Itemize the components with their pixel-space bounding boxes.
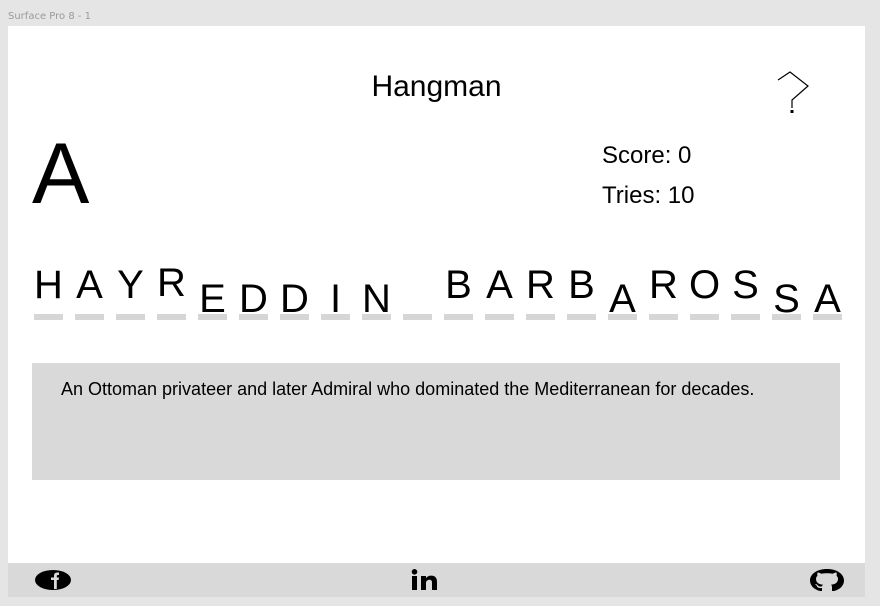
letter-slot: R	[524, 260, 557, 320]
slot-underline	[526, 314, 555, 320]
letter-slot: A	[811, 260, 844, 321]
letter-slot: B	[565, 260, 598, 320]
slot-underline	[198, 314, 227, 320]
slot-underline	[157, 314, 186, 320]
question-mark-icon[interactable]	[774, 70, 812, 116]
letter-slot	[401, 260, 434, 320]
slot-letter: R	[526, 263, 555, 307]
letter-slot: A	[73, 260, 106, 320]
slot-underline	[403, 314, 432, 320]
slot-letter: A	[486, 263, 513, 307]
letter-slot: A	[606, 260, 639, 321]
slot-underline	[731, 314, 760, 320]
slot-underline	[362, 314, 391, 320]
page-title: Hangman	[371, 70, 502, 103]
slot-underline	[116, 314, 145, 320]
slot-underline	[75, 314, 104, 320]
letter-slot: R	[647, 260, 680, 320]
letter-slot: Y	[114, 260, 147, 320]
slot-underline	[239, 314, 268, 320]
letter-slot: N	[360, 260, 393, 321]
letter-slot: S	[729, 260, 762, 320]
slot-letter: B	[445, 263, 472, 307]
slot-underline	[280, 314, 309, 320]
letter-slot: S	[770, 260, 803, 321]
slot-letter: R	[157, 261, 186, 305]
slot-letter: H	[34, 263, 63, 307]
slot-letter: Y	[117, 263, 144, 307]
slot-letter: O	[688, 263, 721, 307]
linkedin-icon[interactable]	[411, 569, 447, 591]
letter-slot: H	[32, 260, 65, 320]
slot-underline	[608, 314, 637, 320]
hint-box: An Ottoman privateer and later Admiral w…	[32, 363, 840, 480]
letter-slot: B	[442, 260, 475, 320]
current-letter: A	[32, 126, 90, 222]
letter-slot: I	[319, 260, 352, 321]
score-label: Score: 0	[602, 142, 692, 169]
slot-underline	[34, 314, 63, 320]
slot-underline	[772, 314, 801, 320]
hint-text: An Ottoman privateer and later Admiral w…	[61, 379, 755, 399]
facebook-icon[interactable]	[34, 569, 72, 591]
slot-underline	[444, 314, 473, 320]
letter-slot: E	[196, 260, 229, 321]
slot-letter: R	[649, 263, 678, 307]
slot-underline	[690, 314, 719, 320]
slot-letter: A	[76, 263, 103, 307]
slot-underline	[649, 314, 678, 320]
footer	[8, 563, 865, 597]
slot-underline	[567, 314, 596, 320]
game-canvas: Hangman A Score: 0 Tries: 10 HAYREDDINBA…	[8, 26, 865, 563]
slot-underline	[813, 314, 842, 320]
tries-label: Tries: 10	[602, 182, 695, 209]
frame-label: Surface Pro 8 - 1	[8, 11, 92, 22]
word-slots: HAYREDDINBARBAROSSA	[32, 260, 852, 321]
slot-underline	[321, 314, 350, 320]
letter-slot: R	[155, 260, 188, 320]
letter-slot: O	[688, 260, 721, 320]
slot-letter: B	[568, 263, 595, 307]
letter-slot: D	[278, 260, 311, 321]
slot-letter: S	[732, 263, 759, 307]
slot-underline	[485, 314, 514, 320]
github-icon[interactable]	[808, 568, 846, 592]
letter-slot: A	[483, 260, 516, 320]
letter-slot: D	[237, 260, 270, 321]
